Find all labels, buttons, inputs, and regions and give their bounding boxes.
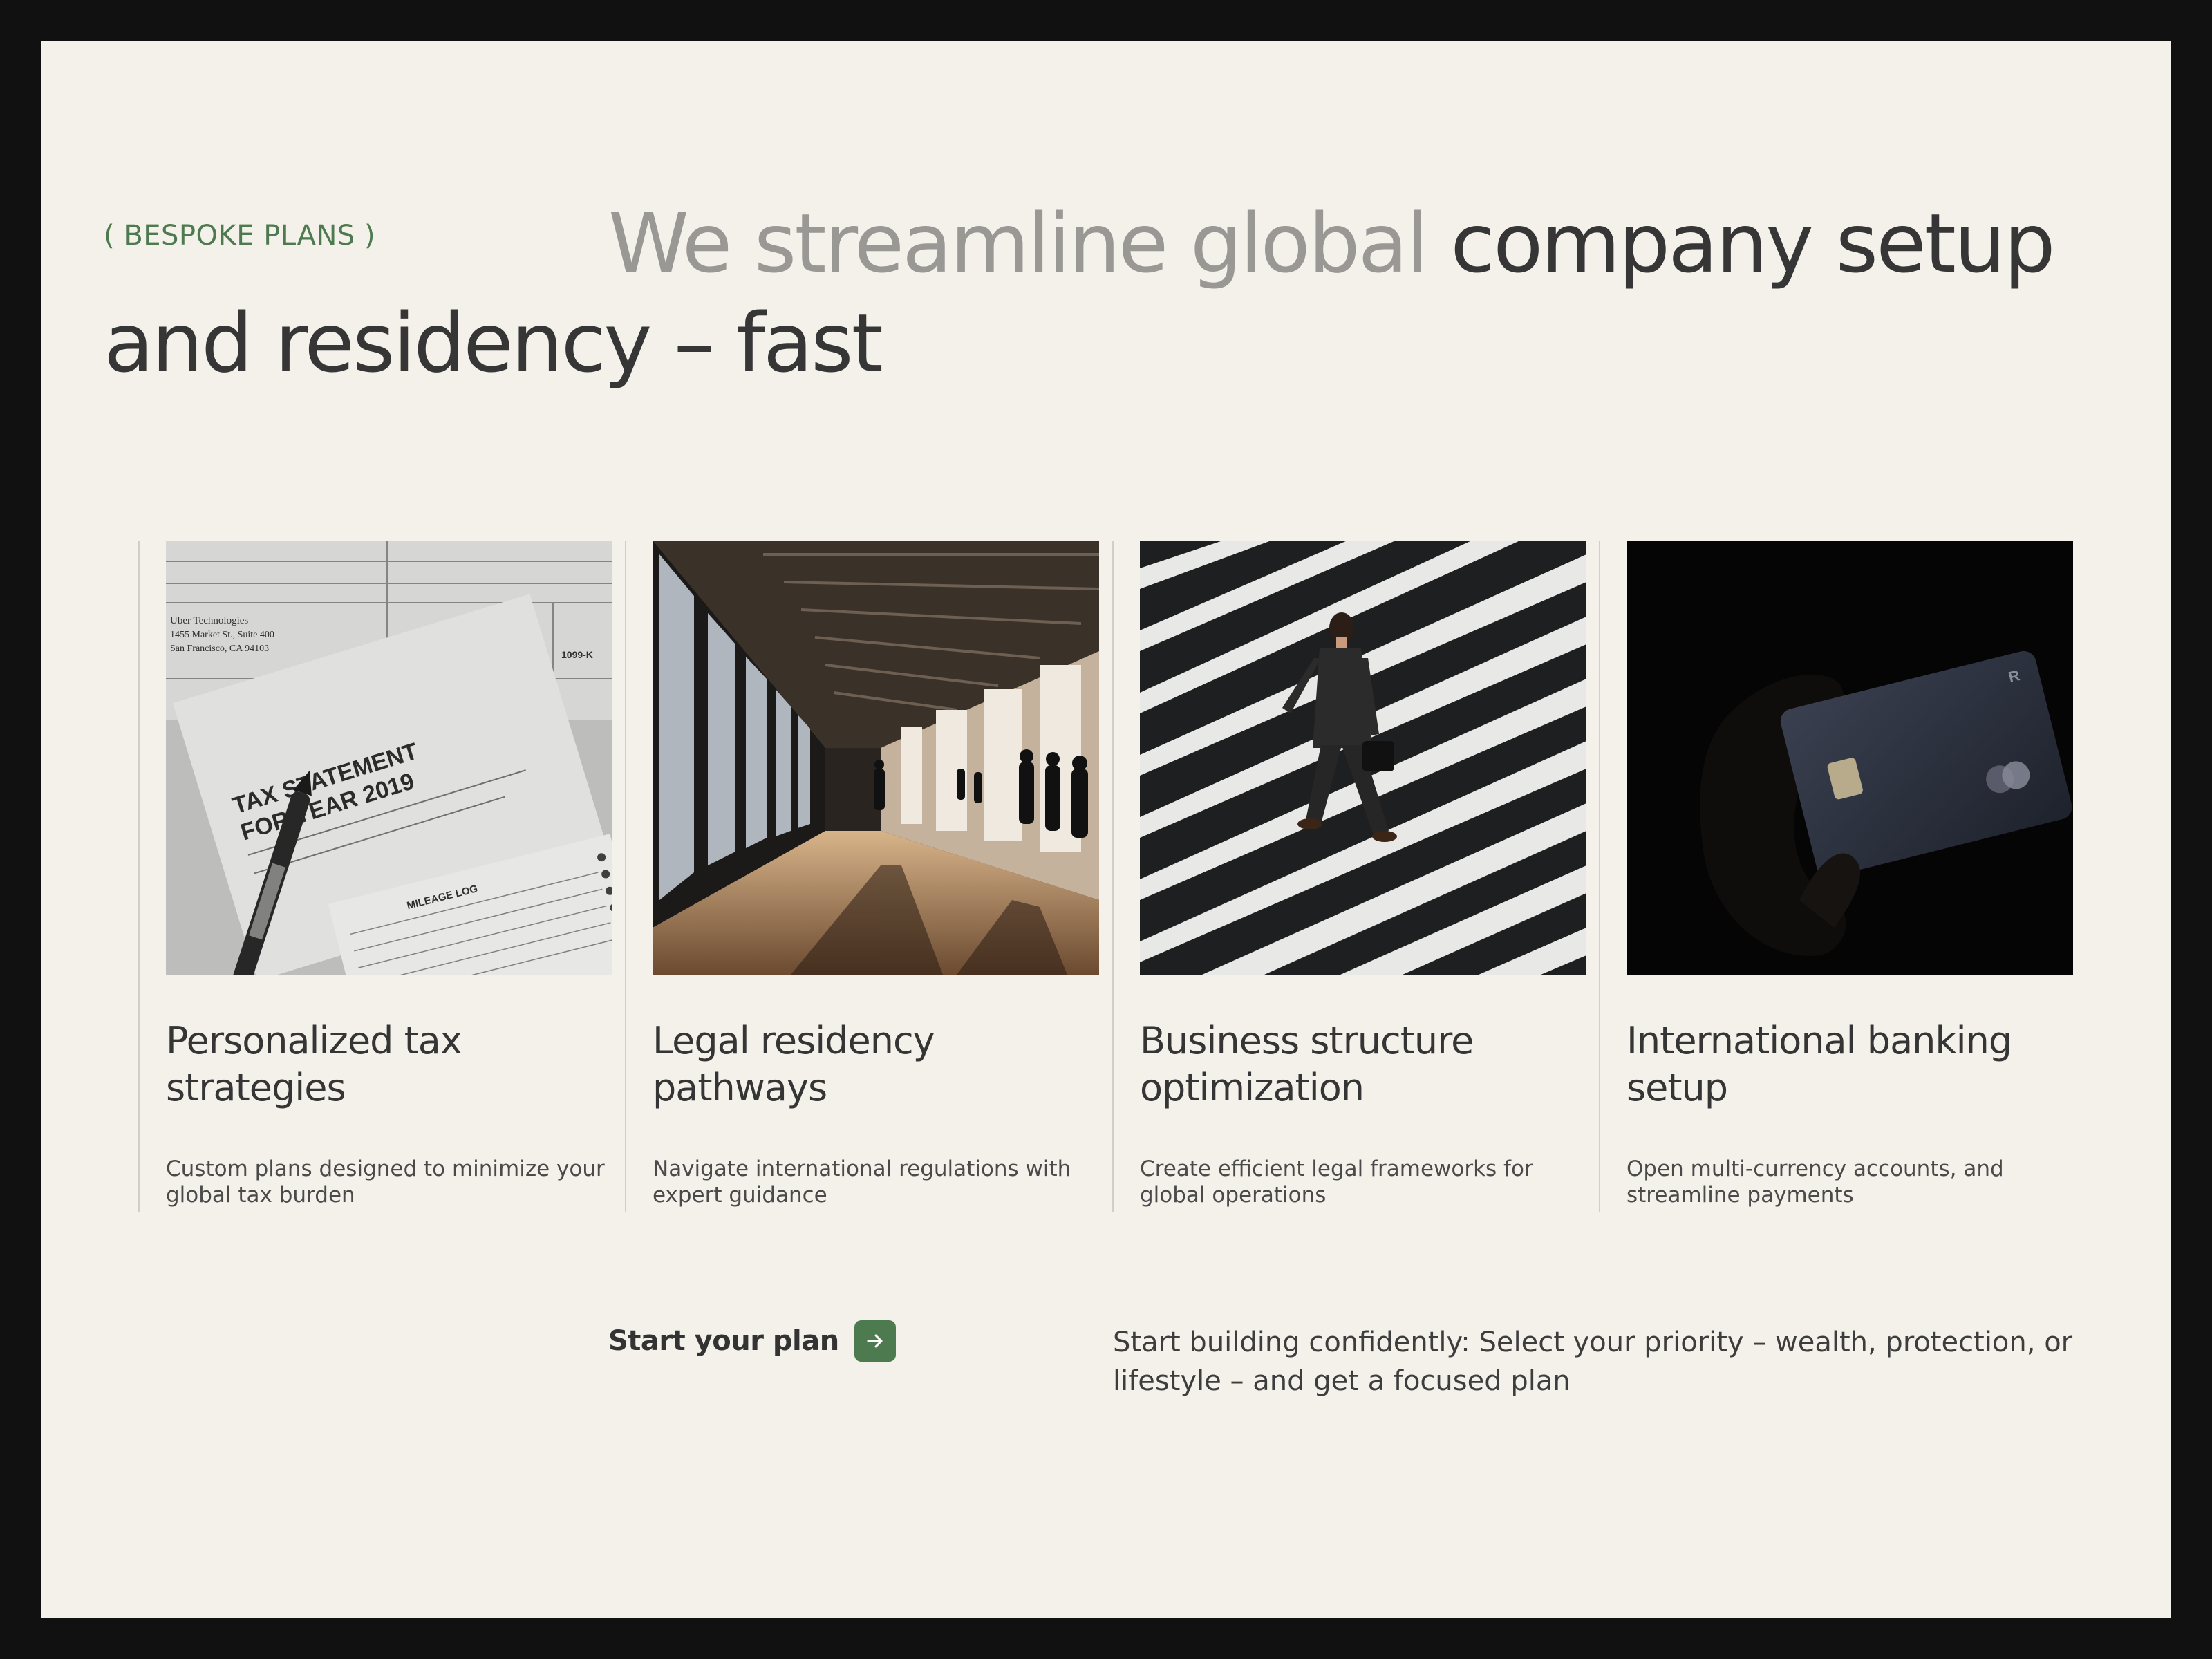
card-title: International banking setup (1627, 1019, 2012, 1109)
card-description: Navigate international regulations with … (653, 1156, 1071, 1208)
card-description: Create efficient legal frameworks for gl… (1140, 1156, 1533, 1208)
section-headline: We streamline global company setup and r… (104, 194, 2122, 393)
card-description: Custom plans designed to minimize your g… (166, 1156, 605, 1208)
card-description: Open multi-currency accounts, and stream… (1627, 1156, 2004, 1208)
crosswalk-businessman-photo (1140, 541, 1586, 975)
cta-description: Start building confidently: Select your … (1113, 1327, 2073, 1397)
service-card-tax[interactable]: Uber Technologies 1455 Market St., Suite… (138, 541, 625, 1212)
start-plan-button[interactable]: Start your plan (608, 1320, 896, 1362)
card-title: Personalized tax strategies (166, 1019, 462, 1109)
start-plan-label: Start your plan (608, 1325, 839, 1357)
tax-documents-photo: Uber Technologies 1455 Market St., Suite… (166, 541, 612, 975)
headline-muted: We streamline global (608, 196, 1429, 291)
page: ( BESPOKE PLANS ) We streamline global c… (41, 41, 2171, 1618)
service-cards: Uber Technologies 1455 Market St., Suite… (138, 541, 2115, 1212)
arrow-right-icon[interactable] (854, 1320, 896, 1362)
card-title: Legal residency pathways (653, 1019, 935, 1109)
service-card-residency[interactable]: Legal residency pathways Navigate intern… (625, 541, 1112, 1212)
bank-card-photo: R (1627, 541, 2073, 975)
service-card-banking[interactable]: R International banking setup Open multi… (1599, 541, 2086, 1212)
service-card-structure[interactable]: Business structure optimization Create e… (1112, 541, 1599, 1212)
airport-terminal-photo (653, 541, 1099, 975)
card-title: Business structure optimization (1140, 1019, 1474, 1109)
